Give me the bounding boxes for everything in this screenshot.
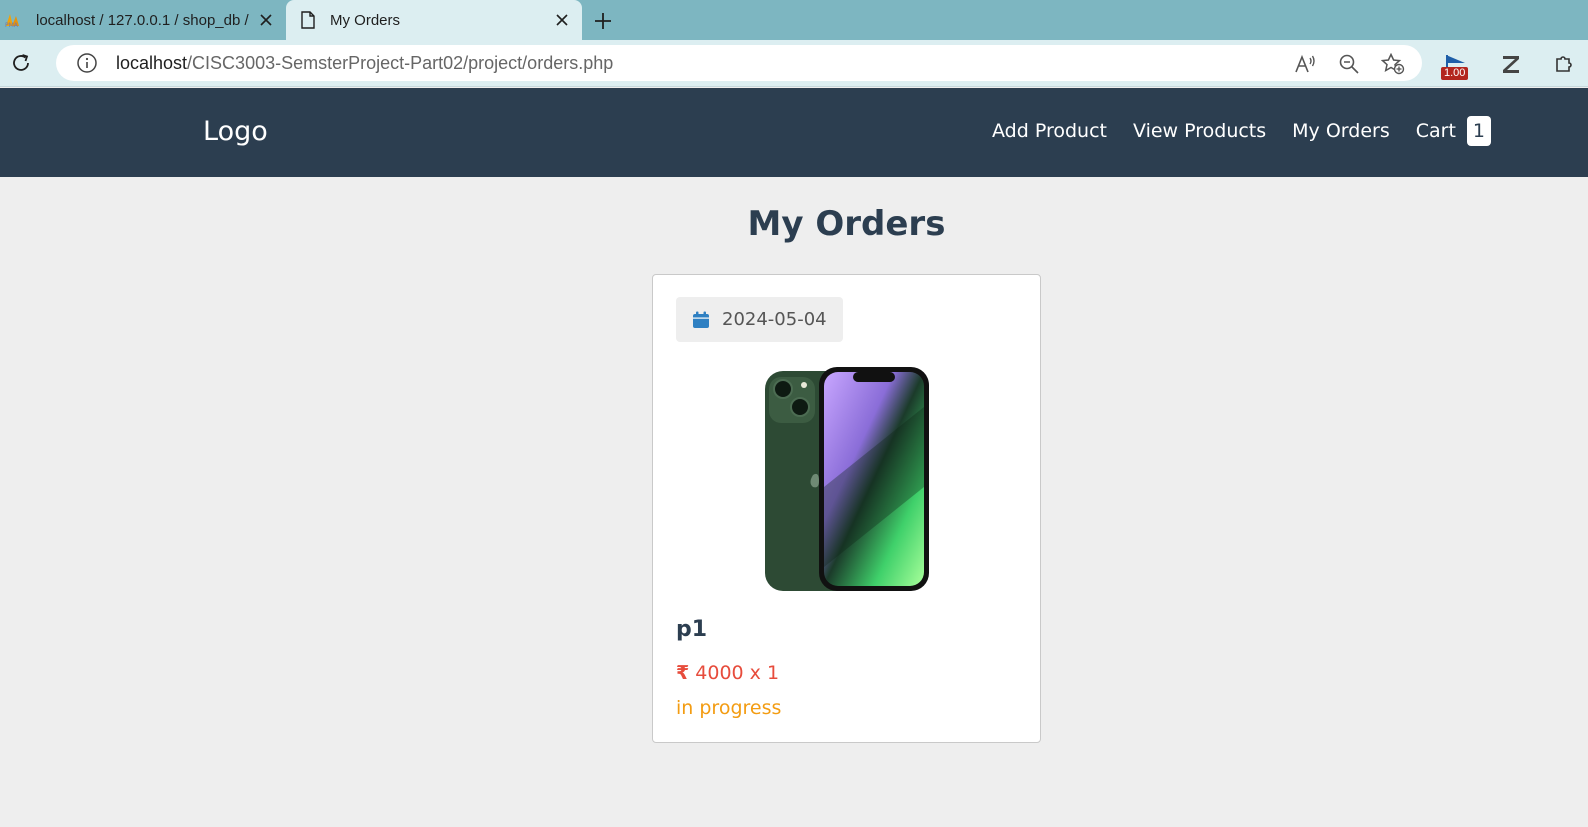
phpmyadmin-icon: PMA [4, 10, 24, 30]
rupee-icon: ₹ [676, 662, 690, 684]
page-title: My Orders [747, 204, 946, 244]
nav-view-products[interactable]: View Products [1133, 120, 1266, 142]
zotero-icon[interactable] [1496, 50, 1526, 78]
product-name: p1 [676, 617, 708, 642]
tab-title: My Orders [330, 11, 401, 29]
tab-title: localhost / 127.0.0.1 / shop_db / [36, 11, 249, 29]
nav-my-orders[interactable]: My Orders [1292, 120, 1390, 142]
main-nav: Add Product View Products My Orders Cart… [966, 116, 1491, 146]
order-price: ₹ 4000 x 1 [676, 662, 779, 684]
url-text[interactable]: localhost/CISC3003-SemsterProject-Part02… [116, 53, 613, 74]
cart-label: Cart [1415, 120, 1456, 142]
order-status: in progress [676, 697, 782, 719]
site-logo[interactable]: Logo [203, 116, 268, 147]
site-header: Logo Add Product View Products My Orders… [0, 88, 1588, 177]
svg-text:PMA: PMA [5, 22, 19, 28]
calendar-icon [692, 311, 710, 329]
close-icon[interactable] [256, 10, 276, 30]
price-quantity: 4000 x 1 [689, 662, 780, 684]
close-icon[interactable] [552, 10, 572, 30]
order-card: 2024-05-04 p1 ₹ 4000 x 1 in progress [652, 274, 1041, 743]
read-aloud-icon[interactable] [1293, 52, 1317, 76]
zoom-out-icon[interactable] [1337, 52, 1361, 76]
new-tab-button[interactable] [590, 8, 616, 34]
extension-badge: 1.00 [1441, 67, 1469, 80]
reload-icon[interactable] [8, 50, 34, 76]
browser-tab-strip: PMA localhost / 127.0.0.1 / shop_db / My… [0, 0, 1588, 40]
product-image [763, 367, 931, 593]
nav-add-product[interactable]: Add Product [992, 120, 1107, 142]
cart-count-badge: 1 [1466, 116, 1491, 146]
order-date: 2024-05-04 [676, 297, 843, 342]
page-icon [298, 10, 318, 30]
browser-tab-phpmyadmin[interactable]: PMA localhost / 127.0.0.1 / shop_db / [0, 0, 286, 40]
browser-toolbar: localhost/CISC3003-SemsterProject-Part02… [0, 40, 1588, 87]
browser-tab-my-orders[interactable]: My Orders [286, 0, 582, 40]
nav-cart[interactable]: Cart 1 [1416, 116, 1491, 146]
add-favorite-icon[interactable] [1381, 52, 1405, 76]
order-date-text: 2024-05-04 [722, 309, 827, 330]
extensions-puzzle-icon[interactable] [1548, 50, 1578, 78]
address-bar[interactable]: localhost/CISC3003-SemsterProject-Part02… [56, 45, 1422, 81]
info-icon[interactable] [76, 52, 98, 74]
